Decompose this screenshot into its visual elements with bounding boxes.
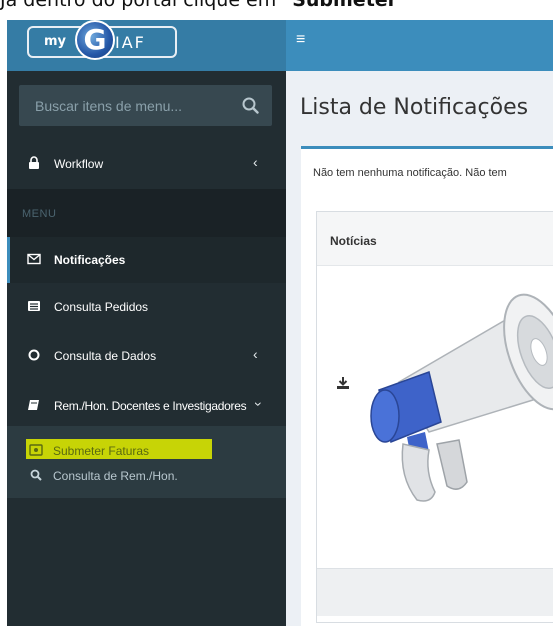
sidebar-item-label: Consulta Pedidos	[54, 300, 149, 314]
circle-icon	[28, 349, 40, 361]
news-footer	[317, 568, 553, 616]
sidebar: Workflow ‹ MENU Notificações Consulta Pe…	[7, 71, 286, 626]
main-content: Lista de Notificações Não tem nenhuma no…	[286, 71, 553, 626]
submenu-item-submeter-faturas[interactable]: Submeter Faturas	[7, 439, 286, 463]
search-icon	[242, 97, 259, 114]
notifications-box: Não tem nenhuma notificação. Não tem Not…	[301, 146, 553, 626]
search-button[interactable]	[238, 93, 264, 119]
chevron-left-icon: ‹	[253, 346, 258, 362]
sidebar-item-notificacoes[interactable]: Notificações	[7, 237, 286, 283]
envelope-icon	[27, 253, 41, 265]
search-icon	[30, 469, 42, 481]
sidebar-item-label: Workflow	[54, 157, 104, 171]
chevron-down-icon: ‹	[248, 401, 265, 407]
search-input[interactable]	[19, 85, 234, 126]
download-icon[interactable]	[336, 376, 350, 390]
news-title: Notícias	[330, 234, 377, 248]
logo-area[interactable]: my G IAF	[7, 20, 286, 71]
page-title: Lista de Notificações	[300, 95, 529, 120]
sidebar-item-consulta-dados[interactable]: Consulta de Dados ‹	[7, 333, 286, 379]
lock-icon	[29, 156, 39, 169]
caption-bold: "Submeter	[282, 0, 398, 11]
money-icon	[29, 444, 43, 456]
logo-g-icon: G	[75, 20, 115, 60]
news-panel: Notícias	[316, 211, 553, 623]
sidebar-item-label: Notificações	[54, 253, 126, 267]
sidebar-item-rem-hon[interactable]: Rem./Hon. Docentes e Investigadores ‹	[7, 383, 286, 429]
submenu-rem-hon: Submeter Faturas Consulta de Rem./Hon.	[7, 426, 286, 498]
book-icon	[28, 400, 39, 410]
top-navbar: ≡	[286, 20, 553, 71]
megaphone-image	[370, 293, 553, 502]
logo[interactable]: my G IAF	[27, 20, 177, 60]
menu-toggle-icon[interactable]: ≡	[296, 31, 305, 49]
list-icon	[28, 301, 40, 311]
submenu-item-label: Submeter Faturas	[53, 444, 150, 458]
sidebar-item-consulta-pedidos[interactable]: Consulta Pedidos	[7, 284, 286, 330]
menu-section-header: MENU	[7, 189, 286, 237]
logo-iaf: IAF	[115, 33, 146, 52]
logo-my: my	[44, 34, 67, 49]
sidebar-item-label: Consulta de Dados	[54, 349, 157, 363]
submenu-item-consulta-rem-hon[interactable]: Consulta de Rem./Hon.	[7, 464, 286, 488]
caption-prefix: Já dentro do portal clique em	[0, 0, 283, 11]
sidebar-item-workflow[interactable]: Workflow ‹	[7, 141, 286, 187]
instruction-caption: Já dentro do portal clique em "Submeter	[0, 0, 553, 19]
sidebar-search	[19, 85, 272, 126]
sidebar-item-label: Rem./Hon. Docentes e Investigadores	[54, 399, 247, 413]
submenu-item-label: Consulta de Rem./Hon.	[53, 469, 178, 483]
notification-empty-message: Não tem nenhuma notificação. Não tem	[313, 167, 507, 179]
chevron-left-icon: ‹	[253, 154, 258, 170]
news-header: Notícias	[317, 212, 553, 266]
left-gutter	[0, 20, 7, 626]
